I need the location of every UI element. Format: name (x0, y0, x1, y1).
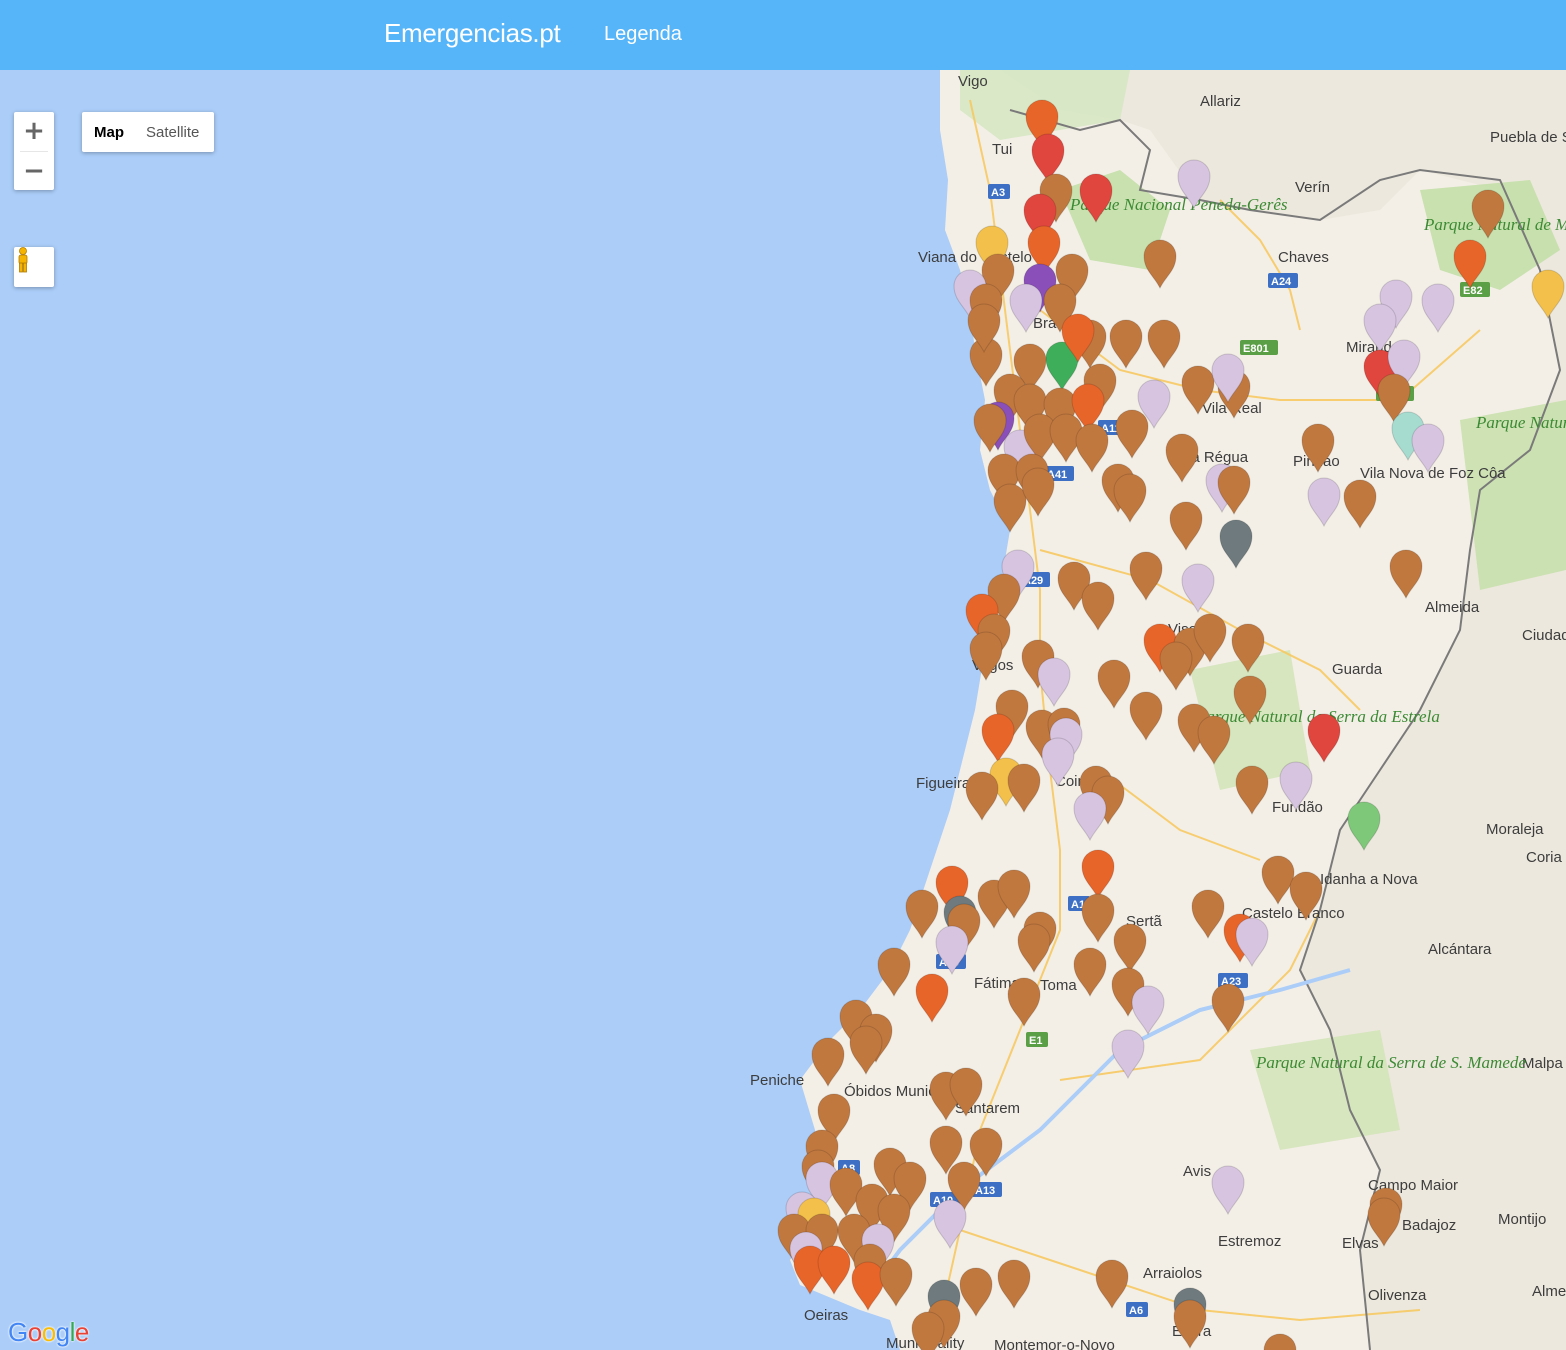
svg-text:A24: A24 (1271, 276, 1292, 288)
zoom-out-button[interactable]: − (14, 152, 54, 191)
legend-link[interactable]: Legenda (604, 23, 682, 46)
city-label: Vigo (958, 73, 988, 90)
city-label: Alcántara (1428, 941, 1492, 958)
road-badge: A24 (1268, 273, 1298, 288)
city-label: Almeida (1425, 599, 1480, 616)
zoom-in-button[interactable]: + (14, 112, 54, 151)
road-badge: E1 (1026, 1032, 1048, 1047)
city-label: Viana do Castelo (918, 249, 1032, 266)
city-label: Tui (992, 141, 1012, 158)
city-label: Elvas (1342, 1235, 1379, 1252)
road-badge: A3 (988, 184, 1010, 199)
google-logo[interactable]: Google (8, 1317, 89, 1348)
city-label: Toma (1040, 977, 1077, 994)
svg-text:A3: A3 (991, 187, 1005, 199)
map-base: Vigo Allariz Tui Verín Puebla de Sanabria Via… (750, 70, 1566, 1350)
city-label: Idanha a Nova (1320, 871, 1418, 888)
city-label: Montemor-o-Novo (994, 1337, 1115, 1350)
map-type-control: Map Satellite (82, 112, 214, 152)
pegman-icon (18, 247, 28, 273)
city-label: Allariz (1200, 93, 1241, 110)
city-label: Montijo (1498, 1211, 1546, 1228)
city-label: Estremoz (1218, 1233, 1281, 1250)
map-type-map-button[interactable]: Map (82, 112, 136, 152)
road-badge: E801 (1240, 340, 1278, 355)
brand-link[interactable]: Emergencias.pt (384, 18, 561, 49)
city-label: Verín (1295, 179, 1330, 196)
svg-text:E82: E82 (1463, 285, 1483, 297)
city-label: Moraleja (1486, 821, 1544, 838)
city-label: Badajoz (1402, 1217, 1456, 1234)
city-label: Vila Nova de Foz Côa (1360, 465, 1506, 482)
road-badge: A6 (1126, 1302, 1148, 1317)
zoom-control: + − (14, 112, 54, 190)
city-label: Peniche (750, 1072, 804, 1089)
svg-text:E801: E801 (1243, 343, 1269, 355)
city-label: Coria (1526, 849, 1563, 866)
city-label: Chaves (1278, 249, 1329, 266)
city-label: Ciudad Rodrig (1522, 627, 1566, 644)
map-type-satellite-button[interactable]: Satellite (136, 112, 209, 152)
city-label: Malpa de Các (1522, 1055, 1566, 1072)
svg-text:E1: E1 (1029, 1035, 1042, 1047)
city-label: Guarda (1332, 661, 1383, 678)
street-view-control[interactable] (14, 247, 54, 287)
city-label: Arraiolos (1143, 1265, 1202, 1282)
city-label: Puebla de Sanabria (1490, 129, 1566, 146)
park-label: Parque Natural de Arribes del Duero (1475, 413, 1566, 432)
map-canvas[interactable]: Vigo Allariz Tui Verín Puebla de Sanabria Via… (0, 70, 1566, 1350)
top-navbar: Emergencias.pt Legenda (0, 0, 1566, 70)
city-label: Olivenza (1368, 1287, 1427, 1304)
park-label: Parque Natural da Serra de S. Mamede (1255, 1053, 1526, 1072)
road-badge: E82 (1460, 282, 1490, 297)
city-label: Oeiras (804, 1307, 848, 1324)
city-label: Alme (1532, 1283, 1566, 1300)
city-label: Avis (1183, 1163, 1211, 1180)
svg-text:A6: A6 (1129, 1305, 1143, 1317)
